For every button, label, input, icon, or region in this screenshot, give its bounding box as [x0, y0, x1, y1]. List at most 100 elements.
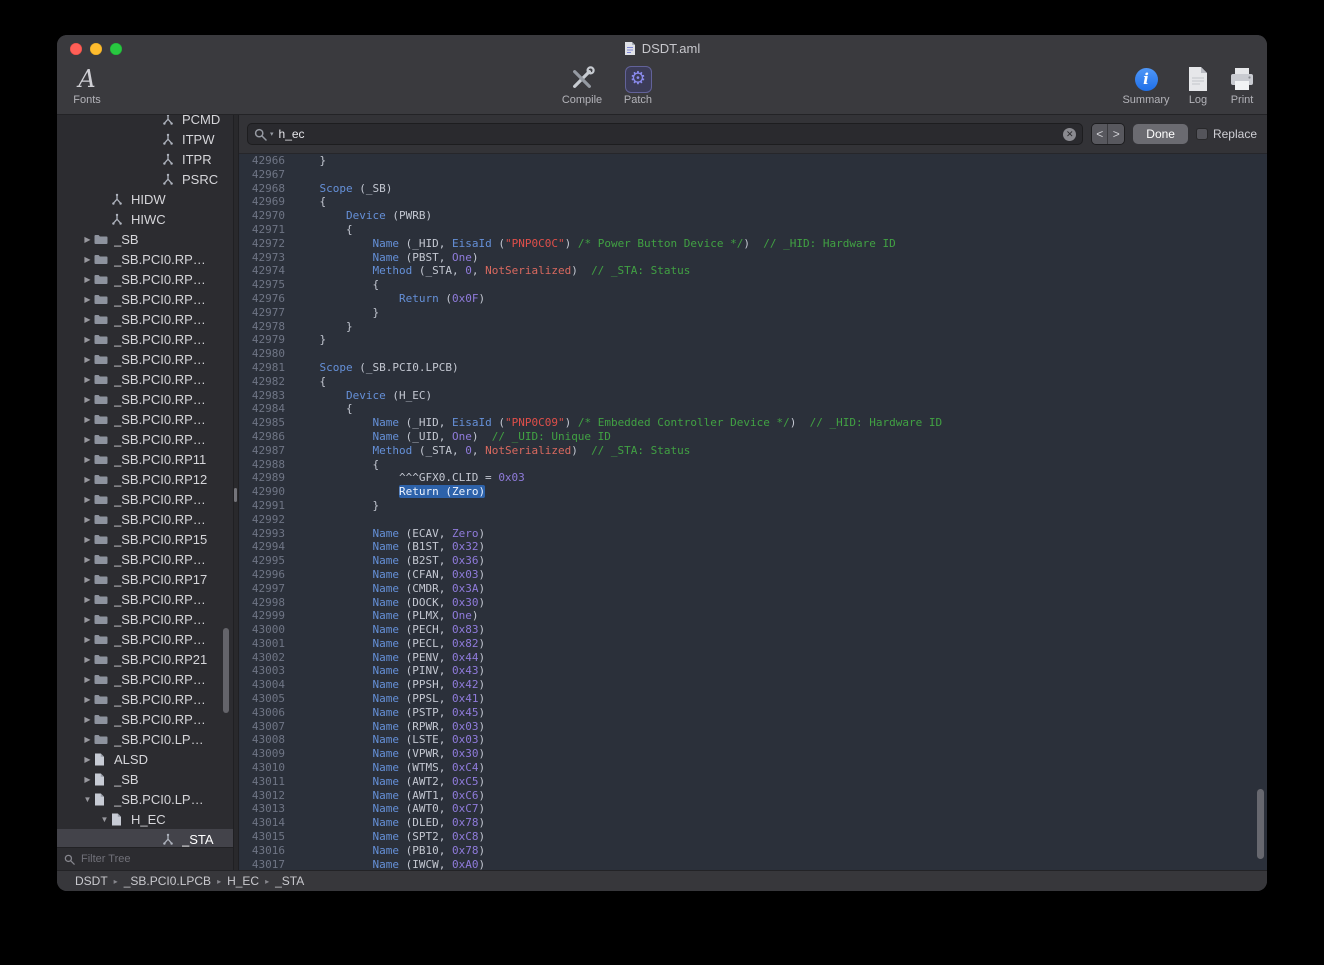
- disclosure-right-icon[interactable]: ▶: [81, 295, 94, 304]
- compile-button[interactable]: Compile: [557, 64, 607, 106]
- tree-item-_STA[interactable]: _STA: [57, 829, 233, 847]
- tree-item-_SB-PCI0-RP-[interactable]: ▶_SB.PCI0.RP…: [57, 429, 233, 449]
- disclosure-right-icon[interactable]: ▶: [81, 455, 94, 464]
- breadcrumb-item[interactable]: H_EC: [227, 874, 259, 888]
- tree-item-ITPW[interactable]: ITPW: [57, 129, 233, 149]
- code-line[interactable]: 42980: [239, 347, 1267, 361]
- search-menu-chevron-icon[interactable]: ▾: [270, 130, 274, 138]
- code-line[interactable]: 42998 Name (DOCK, 0x30): [239, 596, 1267, 610]
- tree-item-_SB-PCI0-LP-[interactable]: ▶_SB.PCI0.LP…: [57, 729, 233, 749]
- code-line[interactable]: 42990 Return (Zero): [239, 485, 1267, 499]
- disclosure-right-icon[interactable]: ▶: [81, 655, 94, 664]
- tree-item-HIWC[interactable]: HIWC: [57, 209, 233, 229]
- tree-item-_SB-PCI0-RP-[interactable]: ▶_SB.PCI0.RP…: [57, 309, 233, 329]
- code-line[interactable]: 42988 {: [239, 458, 1267, 472]
- code-line[interactable]: 43006 Name (PSTP, 0x45): [239, 706, 1267, 720]
- code-line[interactable]: 43016 Name (PB10, 0x78): [239, 844, 1267, 858]
- tree-item-_SB-PCI0-RP-[interactable]: ▶_SB.PCI0.RP…: [57, 589, 233, 609]
- code-line[interactable]: 42969 {: [239, 195, 1267, 209]
- disclosure-right-icon[interactable]: ▶: [81, 415, 94, 424]
- disclosure-right-icon[interactable]: ▶: [81, 735, 94, 744]
- print-button[interactable]: Print: [1225, 64, 1259, 106]
- filter-tree-input[interactable]: [79, 852, 226, 866]
- code-line[interactable]: 42993 Name (ECAV, Zero): [239, 527, 1267, 541]
- disclosure-right-icon[interactable]: ▶: [81, 435, 94, 444]
- disclosure-right-icon[interactable]: ▶: [81, 615, 94, 624]
- tree-item-_SB-PCI0-RP-[interactable]: ▶_SB.PCI0.RP…: [57, 369, 233, 389]
- summary-button[interactable]: i Summary: [1121, 64, 1171, 106]
- code-line[interactable]: 42981 Scope (_SB.PCI0.LPCB): [239, 361, 1267, 375]
- breadcrumb-item[interactable]: DSDT: [75, 874, 108, 888]
- done-button[interactable]: Done: [1133, 124, 1188, 144]
- sidebar-scrollbar[interactable]: [223, 628, 229, 713]
- code-line[interactable]: 42982 {: [239, 375, 1267, 389]
- code-line[interactable]: 43007 Name (RPWR, 0x03): [239, 720, 1267, 734]
- code-line[interactable]: 42976 Return (0x0F): [239, 292, 1267, 306]
- tree-item-_SB-PCI0-RP-[interactable]: ▶_SB.PCI0.RP…: [57, 629, 233, 649]
- tree-item-_SB-PCI0-RP-[interactable]: ▶_SB.PCI0.RP…: [57, 689, 233, 709]
- disclosure-right-icon[interactable]: ▶: [81, 495, 94, 504]
- disclosure-right-icon[interactable]: ▶: [81, 775, 94, 784]
- tree-item-_SB-PCI0-RP-[interactable]: ▶_SB.PCI0.RP…: [57, 249, 233, 269]
- tree-item-_SB-PCI0-RP-[interactable]: ▶_SB.PCI0.RP…: [57, 269, 233, 289]
- code-line[interactable]: 42992: [239, 513, 1267, 527]
- code-line[interactable]: 42971 {: [239, 223, 1267, 237]
- tree-item-_SB-PCI0-RP21[interactable]: ▶_SB.PCI0.RP21: [57, 649, 233, 669]
- tree-item-_SB-PCI0-RP-[interactable]: ▶_SB.PCI0.RP…: [57, 549, 233, 569]
- tree-item-H_EC[interactable]: ▼H_EC: [57, 809, 233, 829]
- code-line[interactable]: 43012 Name (AWT1, 0xC6): [239, 789, 1267, 803]
- find-search-field[interactable]: ▾ ✕: [247, 123, 1083, 145]
- code-line[interactable]: 43004 Name (PPSH, 0x42): [239, 678, 1267, 692]
- tree-item-_SB-PCI0-RP-[interactable]: ▶_SB.PCI0.RP…: [57, 509, 233, 529]
- code-line[interactable]: 42995 Name (B2ST, 0x36): [239, 554, 1267, 568]
- tree-item-_SB-PCI0-LP-[interactable]: ▼_SB.PCI0.LP…: [57, 789, 233, 809]
- code-line[interactable]: 43000 Name (PECH, 0x83): [239, 623, 1267, 637]
- disclosure-down-icon[interactable]: ▼: [81, 795, 94, 804]
- tree-item-_SB-PCI0-RP-[interactable]: ▶_SB.PCI0.RP…: [57, 669, 233, 689]
- log-button[interactable]: Log: [1181, 64, 1215, 106]
- disclosure-right-icon[interactable]: ▶: [81, 635, 94, 644]
- breadcrumb-item[interactable]: _SB.PCI0.LPCB: [124, 874, 211, 888]
- tree-item-ITPR[interactable]: ITPR: [57, 149, 233, 169]
- code-line[interactable]: 42966 }: [239, 154, 1267, 168]
- code-line[interactable]: 42977 }: [239, 306, 1267, 320]
- code-line[interactable]: 42968 Scope (_SB): [239, 182, 1267, 196]
- titlebar[interactable]: DSDT.aml: [57, 35, 1267, 62]
- tree-item-_SB-PCI0-RP-[interactable]: ▶_SB.PCI0.RP…: [57, 409, 233, 429]
- code-line[interactable]: 43015 Name (SPT2, 0xC8): [239, 830, 1267, 844]
- code-line[interactable]: 42983 Device (H_EC): [239, 389, 1267, 403]
- disclosure-right-icon[interactable]: ▶: [81, 675, 94, 684]
- code-line[interactable]: 42984 {: [239, 402, 1267, 416]
- tree-item-PCMD[interactable]: PCMD: [57, 115, 233, 129]
- code-line[interactable]: 42999 Name (PLMX, One): [239, 609, 1267, 623]
- disclosure-right-icon[interactable]: ▶: [81, 515, 94, 524]
- disclosure-right-icon[interactable]: ▶: [81, 555, 94, 564]
- code-line[interactable]: 42986 Name (_UID, One) // _UID: Unique I…: [239, 430, 1267, 444]
- code-line[interactable]: 42987 Method (_STA, 0, NotSerialized) //…: [239, 444, 1267, 458]
- tree-item-_SB[interactable]: ▶_SB: [57, 229, 233, 249]
- disclosure-right-icon[interactable]: ▶: [81, 375, 94, 384]
- tree-item-_SB-PCI0-RP12[interactable]: ▶_SB.PCI0.RP12: [57, 469, 233, 489]
- code-line[interactable]: 43002 Name (PENV, 0x44): [239, 651, 1267, 665]
- code-line[interactable]: 42978 }: [239, 320, 1267, 334]
- disclosure-right-icon[interactable]: ▶: [81, 255, 94, 264]
- breadcrumb-item[interactable]: _STA: [275, 874, 304, 888]
- code-line[interactable]: 42973 Name (PBST, One): [239, 251, 1267, 265]
- code-line[interactable]: 42991 }: [239, 499, 1267, 513]
- code-line[interactable]: 42985 Name (_HID, EisaId ("PNP0C09") /* …: [239, 416, 1267, 430]
- tree-item-_SB-PCI0-RP-[interactable]: ▶_SB.PCI0.RP…: [57, 389, 233, 409]
- code-line[interactable]: 42972 Name (_HID, EisaId ("PNP0C0C") /* …: [239, 237, 1267, 251]
- code-line[interactable]: 43013 Name (AWT0, 0xC7): [239, 802, 1267, 816]
- tree-item-_SB-PCI0-RP-[interactable]: ▶_SB.PCI0.RP…: [57, 349, 233, 369]
- disclosure-right-icon[interactable]: ▶: [81, 275, 94, 284]
- disclosure-right-icon[interactable]: ▶: [81, 535, 94, 544]
- disclosure-right-icon[interactable]: ▶: [81, 715, 94, 724]
- disclosure-right-icon[interactable]: ▶: [81, 395, 94, 404]
- code-editor[interactable]: 42966 }4296742968 Scope (_SB)42969 {4297…: [239, 154, 1267, 870]
- code-line[interactable]: 43017 Name (IWCW, 0xA0): [239, 858, 1267, 870]
- code-line[interactable]: 43001 Name (PECL, 0x82): [239, 637, 1267, 651]
- splitter-handle-icon[interactable]: [234, 488, 237, 502]
- tree-item-_SB-PCI0-RP-[interactable]: ▶_SB.PCI0.RP…: [57, 609, 233, 629]
- tree-item-_SB-PCI0-RP-[interactable]: ▶_SB.PCI0.RP…: [57, 489, 233, 509]
- code-line[interactable]: 42974 Method (_STA, 0, NotSerialized) //…: [239, 264, 1267, 278]
